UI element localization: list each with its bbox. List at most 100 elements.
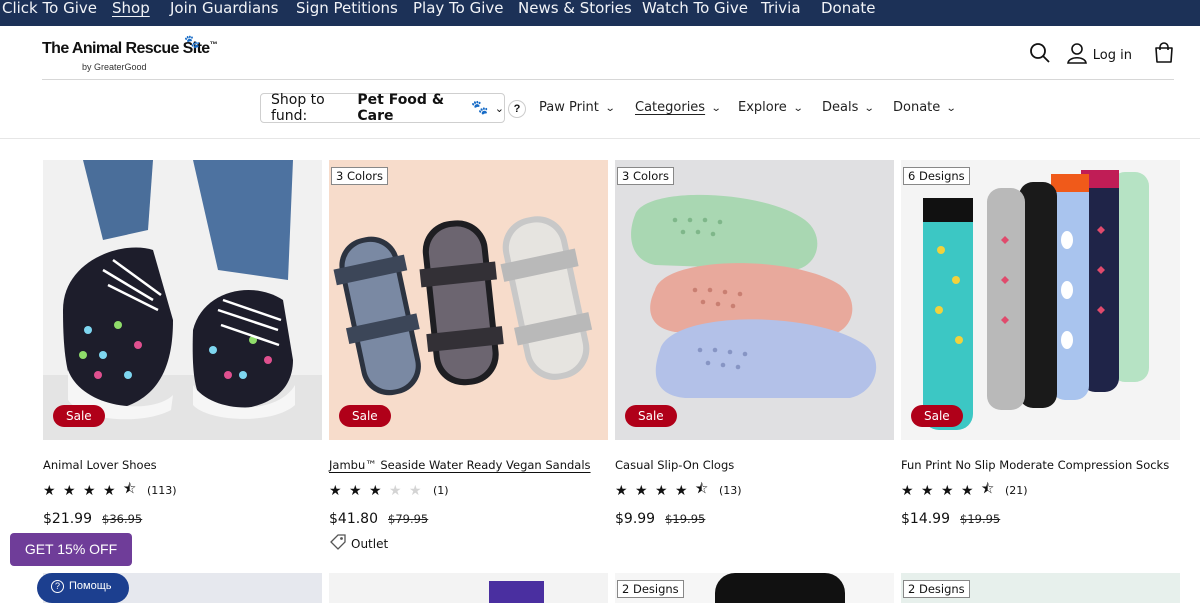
topnav-donate[interactable]: Donate [821,0,876,16]
product-card[interactable]: Sale Animal Lover Shoes ★ ★ ★ ★ ⯪ (113) $21.… [43,160,322,527]
star-icon: ★ [921,481,934,498]
product-card[interactable]: 3 Colors Sale Casual Slip-On Clogs ★ ★ ★ ★ ⯪… [615,160,894,527]
half-star-icon: ⯪ [695,480,709,496]
question-circle-icon: ? [51,580,64,593]
subnav-donate[interactable]: Donate ⌄ [893,100,957,115]
chevron-down-icon: ⌄ [710,103,722,114]
site-logo[interactable]: The Animal Rescue Site™ 🐾 by GreaterGood [42,34,218,72]
product-image[interactable]: 6 Designs Sale [901,160,1180,440]
review-count: (113) [147,483,177,497]
discount-promo-button[interactable]: GET 15% OFF [10,533,132,566]
top-navigation: Click To Give Shop Join Guardians Sign P… [0,0,1200,26]
star-icon: ★ [349,481,362,498]
account-icon[interactable] [1066,42,1087,69]
product-image[interactable]: 3 Colors Sale [329,160,608,440]
header-divider [42,79,1174,80]
star-icon: ★ [369,481,382,498]
subnav-deals[interactable]: Deals ⌄ [822,100,876,115]
subnav-divider [0,138,1200,139]
half-star-icon: ⯪ [981,480,995,496]
product-price: $14.99 $19.95 [901,511,1180,527]
variant-badge: 3 Colors [617,167,674,185]
sale-price: $21.99 [43,511,92,527]
product-name[interactable]: Jambu™ Seaside Water Ready Vegan Sandals [329,458,608,472]
chevron-down-icon: ⌄ [792,103,804,114]
fund-selector[interactable]: Shop to fund: Pet Food & Care 🐾 ⌄ [260,92,505,124]
fund-label: Shop to fund: [271,92,325,124]
sale-price: $41.80 [329,511,378,527]
chevron-down-icon: ⌄ [946,103,957,114]
chevron-down-icon: ⌄ [604,103,616,114]
original-price: $79.95 [388,512,429,526]
login-link[interactable]: Log in [1093,48,1132,63]
star-icon: ★ [329,481,342,498]
topnav-sign-petitions[interactable]: Sign Petitions [296,0,398,16]
product-rating: ★ ★ ★ ★ ⯪ (21) [901,480,1180,498]
star-icon: ★ [675,481,688,498]
product-rating: ★ ★ ★ ★ ★ (1) [329,482,608,498]
product-card[interactable]: 6 Designs Sale Fun Print No Slip Moderat… [901,160,1180,527]
star-icon: ★ [43,481,56,498]
search-icon[interactable] [1029,42,1051,69]
subnav-explore[interactable]: Explore ⌄ [738,100,804,115]
paw-icon: 🐾 [471,100,489,116]
subnav-categories[interactable]: Categories ⌄ [635,100,722,115]
product-name[interactable]: Fun Print No Slip Moderate Compression S… [901,458,1180,472]
star-icon: ★ [103,481,116,498]
product-image[interactable]: Sale [43,160,322,440]
outlet-label: Outlet [351,536,389,551]
half-star-icon: ⯪ [123,480,137,496]
product-image[interactable]: 3 Colors Sale [615,160,894,440]
product-price: $9.99 $19.95 [615,511,894,527]
topnav-play-to-give[interactable]: Play To Give [413,0,504,16]
subnav-label: Deals [822,100,859,115]
help-button[interactable]: ? Помощь [37,573,129,603]
empty-star-icon: ★ [389,481,402,498]
topnav-watch-to-give[interactable]: Watch To Give [642,0,748,16]
original-price: $19.95 [960,512,1001,526]
variant-badge: 2 Designs [903,580,970,598]
star-icon: ★ [941,481,954,498]
star-icon: ★ [655,481,668,498]
topnav-click-to-give[interactable]: Click To Give [2,0,97,16]
product-card[interactable]: 3 Colors Sale Jambu™ Seaside Water Ready… [329,160,608,554]
star-icon: ★ [63,481,76,498]
logo-subtitle: by GreaterGood [82,62,147,72]
help-label: Помощь [69,580,112,592]
product-name[interactable]: Casual Slip-On Clogs [615,458,894,472]
topnav-trivia[interactable]: Trivia [761,0,801,16]
sale-badge: Sale [911,405,963,427]
fund-help-button[interactable]: ? [508,100,526,118]
subnav-label: Donate [893,100,941,115]
logo-tm: ™ [209,40,218,49]
chevron-down-icon: ⌄ [864,103,876,114]
sale-price: $14.99 [901,511,950,527]
empty-star-icon: ★ [409,481,422,498]
subnav-paw-print[interactable]: Paw Print ⌄ [539,100,616,115]
tag-icon [329,533,347,554]
product-card[interactable]: 2 Designs [615,573,894,603]
sale-price: $9.99 [615,511,656,527]
product-rating: ★ ★ ★ ★ ⯪ (113) [43,480,322,498]
star-icon: ★ [83,481,96,498]
cart-icon[interactable] [1154,42,1174,69]
sale-badge: Sale [53,405,105,427]
variant-badge: 2 Designs [617,580,684,598]
outlet-tag: Outlet [329,533,608,554]
subnav-label: Paw Print [539,100,599,115]
product-card[interactable]: 2 Designs [901,573,1180,603]
topnav-news-stories[interactable]: News & Stories [518,0,632,16]
topnav-join-guardians[interactable]: Join Guardians [170,0,278,16]
product-card[interactable] [329,573,608,603]
review-count: (21) [1005,483,1028,497]
variant-badge: 6 Designs [903,167,970,185]
original-price: $36.95 [102,512,143,526]
topnav-shop[interactable]: Shop [112,0,150,16]
sale-badge: Sale [625,405,677,427]
product-price: $41.80 $79.95 [329,511,608,527]
review-count: (13) [719,483,742,497]
original-price: $19.95 [665,512,706,526]
star-icon: ★ [961,481,974,498]
fund-value: Pet Food & Care [357,92,445,124]
product-name[interactable]: Animal Lover Shoes [43,458,322,472]
